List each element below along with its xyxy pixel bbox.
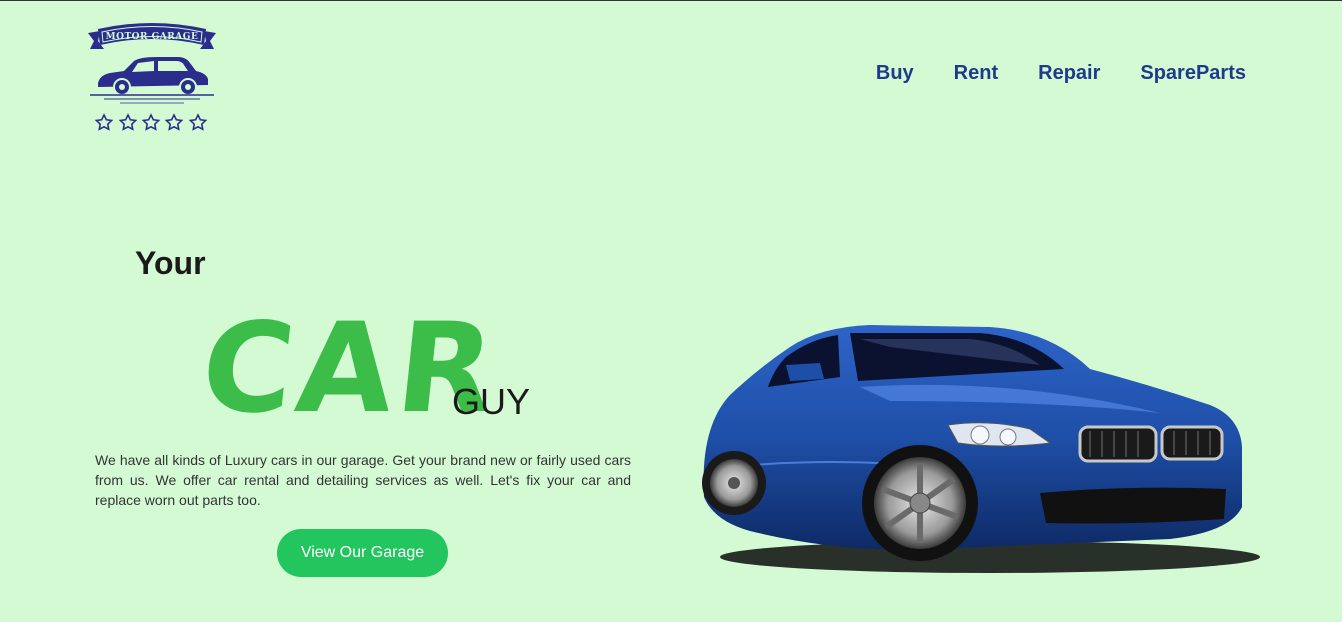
blue-car-image [690,317,1260,579]
motor-garage-logo[interactable]: MOTOR GARAGE [84,19,220,131]
hero-small-word: GUY [452,381,531,422]
nav-repair-link[interactable]: Repair [1038,62,1100,85]
nav-spareparts-link[interactable]: SpareParts [1140,62,1246,85]
nav-buy-link[interactable]: Buy [876,62,914,85]
hero-line-your: Your [135,245,206,281]
hero-description: We have all kinds of Luxury cars in our … [95,452,631,508]
nav-rent-link[interactable]: Rent [954,62,998,85]
logo-text: MOTOR GARAGE [106,32,199,42]
logo-stars [94,113,208,131]
view-garage-button[interactable]: View Our Garage [277,529,448,577]
main-nav: Buy Rent Repair SpareParts [876,62,1246,85]
logo-graphic: MOTOR GARAGE [88,23,216,131]
